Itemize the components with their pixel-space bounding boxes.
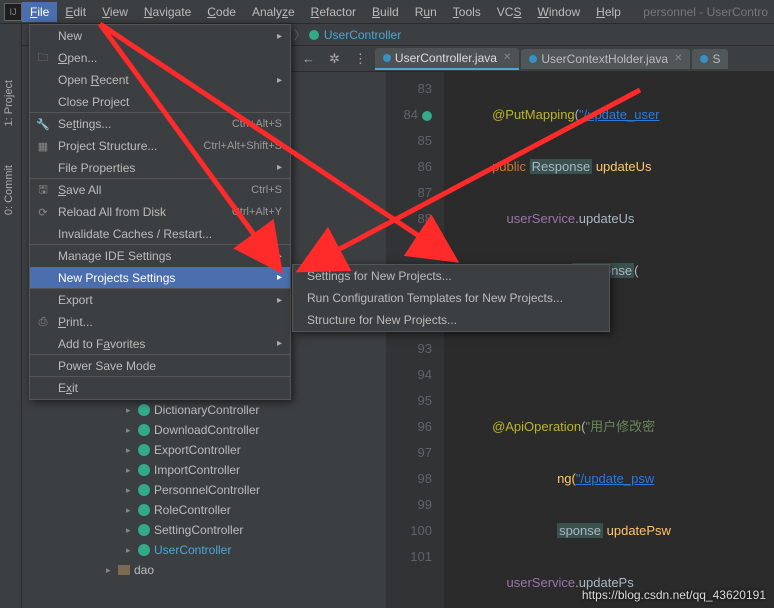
- watermark: https://blog.csdn.net/qq_43620191: [582, 588, 766, 602]
- menu-open[interactable]: 🗀Open...: [30, 47, 290, 69]
- class-icon: [309, 30, 319, 40]
- menu-new[interactable]: New▸: [30, 25, 290, 47]
- tool-project[interactable]: 1: Project: [3, 74, 15, 132]
- structure-icon: ▦: [36, 139, 50, 153]
- package-icon: [118, 565, 130, 575]
- project-tree[interactable]: ▸BackupController ▸DictionaryController …: [36, 380, 296, 580]
- class-icon: [383, 54, 391, 62]
- menu-help[interactable]: Help: [588, 2, 629, 22]
- new-projects-settings-submenu: Settings for New Projects... Run Configu…: [292, 264, 610, 332]
- tree-importcontroller[interactable]: ▸ImportController: [36, 460, 296, 480]
- class-icon: [138, 524, 150, 536]
- code-editor[interactable]: 83 84 85 86 87 88 89 90 91 92 93 94 95 9…: [386, 72, 774, 608]
- tree-exportcontroller[interactable]: ▸ExportController: [36, 440, 296, 460]
- submenu-run-config-templates[interactable]: Run Configuration Templates for New Proj…: [293, 287, 609, 309]
- class-icon: [700, 55, 708, 63]
- menu-vcs[interactable]: VCS: [489, 2, 530, 22]
- class-icon: [138, 484, 150, 496]
- print-icon: ⎙: [36, 315, 50, 329]
- menu-invalidate[interactable]: Invalidate Caches / Restart...: [30, 223, 290, 245]
- tree-rolecontroller[interactable]: ▸RoleController: [36, 500, 296, 520]
- menu-save-all[interactable]: 🖫Save AllCtrl+S: [30, 179, 290, 201]
- menu-project-structure[interactable]: ▦Project Structure...Ctrl+Alt+Shift+S: [30, 135, 290, 157]
- save-icon: 🖫: [36, 183, 50, 197]
- class-icon: [138, 504, 150, 516]
- menu-exit[interactable]: Exit: [30, 377, 290, 399]
- tree-usercontroller[interactable]: ▸UserController: [36, 540, 296, 560]
- menu-print[interactable]: ⎙Print...: [30, 311, 290, 333]
- tab-prev-icon[interactable]: ←: [296, 51, 321, 66]
- submenu-structure-new-projects[interactable]: Structure for New Projects...: [293, 309, 609, 331]
- menu-file[interactable]: File: [22, 2, 57, 22]
- menu-manage-ide[interactable]: Manage IDE Settings▸: [30, 245, 290, 267]
- run-gutter-icon[interactable]: [422, 111, 432, 121]
- menu-power-save[interactable]: Power Save Mode: [30, 355, 290, 377]
- menu-favorites[interactable]: Add to Favorites▸: [30, 333, 290, 355]
- class-icon: [138, 544, 150, 556]
- menu-settings[interactable]: 🔧Settings...Ctrl+Alt+S: [30, 113, 290, 135]
- menu-reload[interactable]: ⟳Reload All from DiskCtrl+Alt+Y: [30, 201, 290, 223]
- tree-downloadcontroller[interactable]: ▸DownloadController: [36, 420, 296, 440]
- submenu-settings-new-projects[interactable]: Settings for New Projects...: [293, 265, 609, 287]
- menu-close-project[interactable]: Close Project: [30, 91, 290, 113]
- menu-analyze[interactable]: Analyze: [244, 2, 303, 22]
- tab-usercontroller[interactable]: UserController.java✕: [375, 48, 519, 70]
- menu-export[interactable]: Export▸: [30, 289, 290, 311]
- folder-icon: 🗀: [36, 51, 50, 65]
- gutter: 83 84 85 86 87 88 89 90 91 92 93 94 95 9…: [386, 72, 444, 608]
- class-icon: [138, 464, 150, 476]
- class-icon: [138, 444, 150, 456]
- tree-dictionarycontroller[interactable]: ▸DictionaryController: [36, 400, 296, 420]
- tab-more-icon[interactable]: ⋮: [348, 51, 373, 67]
- menu-open-recent[interactable]: Open Recent▸: [30, 69, 290, 91]
- menu-run[interactable]: Run: [407, 2, 445, 22]
- class-icon: [138, 424, 150, 436]
- menu-tools[interactable]: Tools: [445, 2, 489, 22]
- menu-code[interactable]: Code: [199, 2, 244, 22]
- menu-bar: IJ File Edit View Navigate Code Analyze …: [0, 0, 774, 24]
- editor-tab-strip: ← ✲ ⋮ UserController.java✕ UserContextHo…: [290, 46, 774, 72]
- tab-overflow[interactable]: S: [692, 49, 728, 69]
- menu-refactor[interactable]: Refactor: [303, 2, 364, 22]
- wrench-icon: 🔧: [36, 117, 50, 131]
- project-label: personnel - UserContro: [643, 5, 768, 19]
- menu-navigate[interactable]: Navigate: [136, 2, 199, 22]
- menu-edit[interactable]: Edit: [57, 2, 94, 22]
- tree-dao-package[interactable]: ▸dao: [36, 560, 296, 580]
- menu-window[interactable]: Window: [529, 2, 588, 22]
- class-icon: [138, 404, 150, 416]
- tree-settingcontroller[interactable]: ▸SettingController: [36, 520, 296, 540]
- close-icon[interactable]: ✕: [503, 52, 511, 63]
- tab-usercontextholder[interactable]: UserContextHolder.java✕: [521, 49, 690, 69]
- settings-icon[interactable]: ✲: [323, 51, 346, 67]
- crumb-usercontroller[interactable]: UserController: [321, 28, 404, 42]
- class-icon: [529, 55, 537, 63]
- code-body[interactable]: @PutMapping("/update_user public Respons…: [444, 72, 774, 608]
- tool-commit[interactable]: 0: Commit: [3, 159, 15, 221]
- tree-personnelcontroller[interactable]: ▸PersonnelController: [36, 480, 296, 500]
- menu-view[interactable]: View: [94, 2, 136, 22]
- file-menu-dropdown: New▸ 🗀Open... Open Recent▸ Close Project…: [29, 24, 291, 400]
- close-icon[interactable]: ✕: [674, 53, 682, 64]
- ide-logo-icon: IJ: [4, 3, 22, 21]
- reload-icon: ⟳: [36, 205, 50, 219]
- menu-new-projects-settings[interactable]: New Projects Settings▸: [30, 267, 290, 289]
- tool-window-stripe: 1: Project 0: Commit: [0, 24, 22, 608]
- menu-build[interactable]: Build: [364, 2, 407, 22]
- menu-file-properties[interactable]: File Properties▸: [30, 157, 290, 179]
